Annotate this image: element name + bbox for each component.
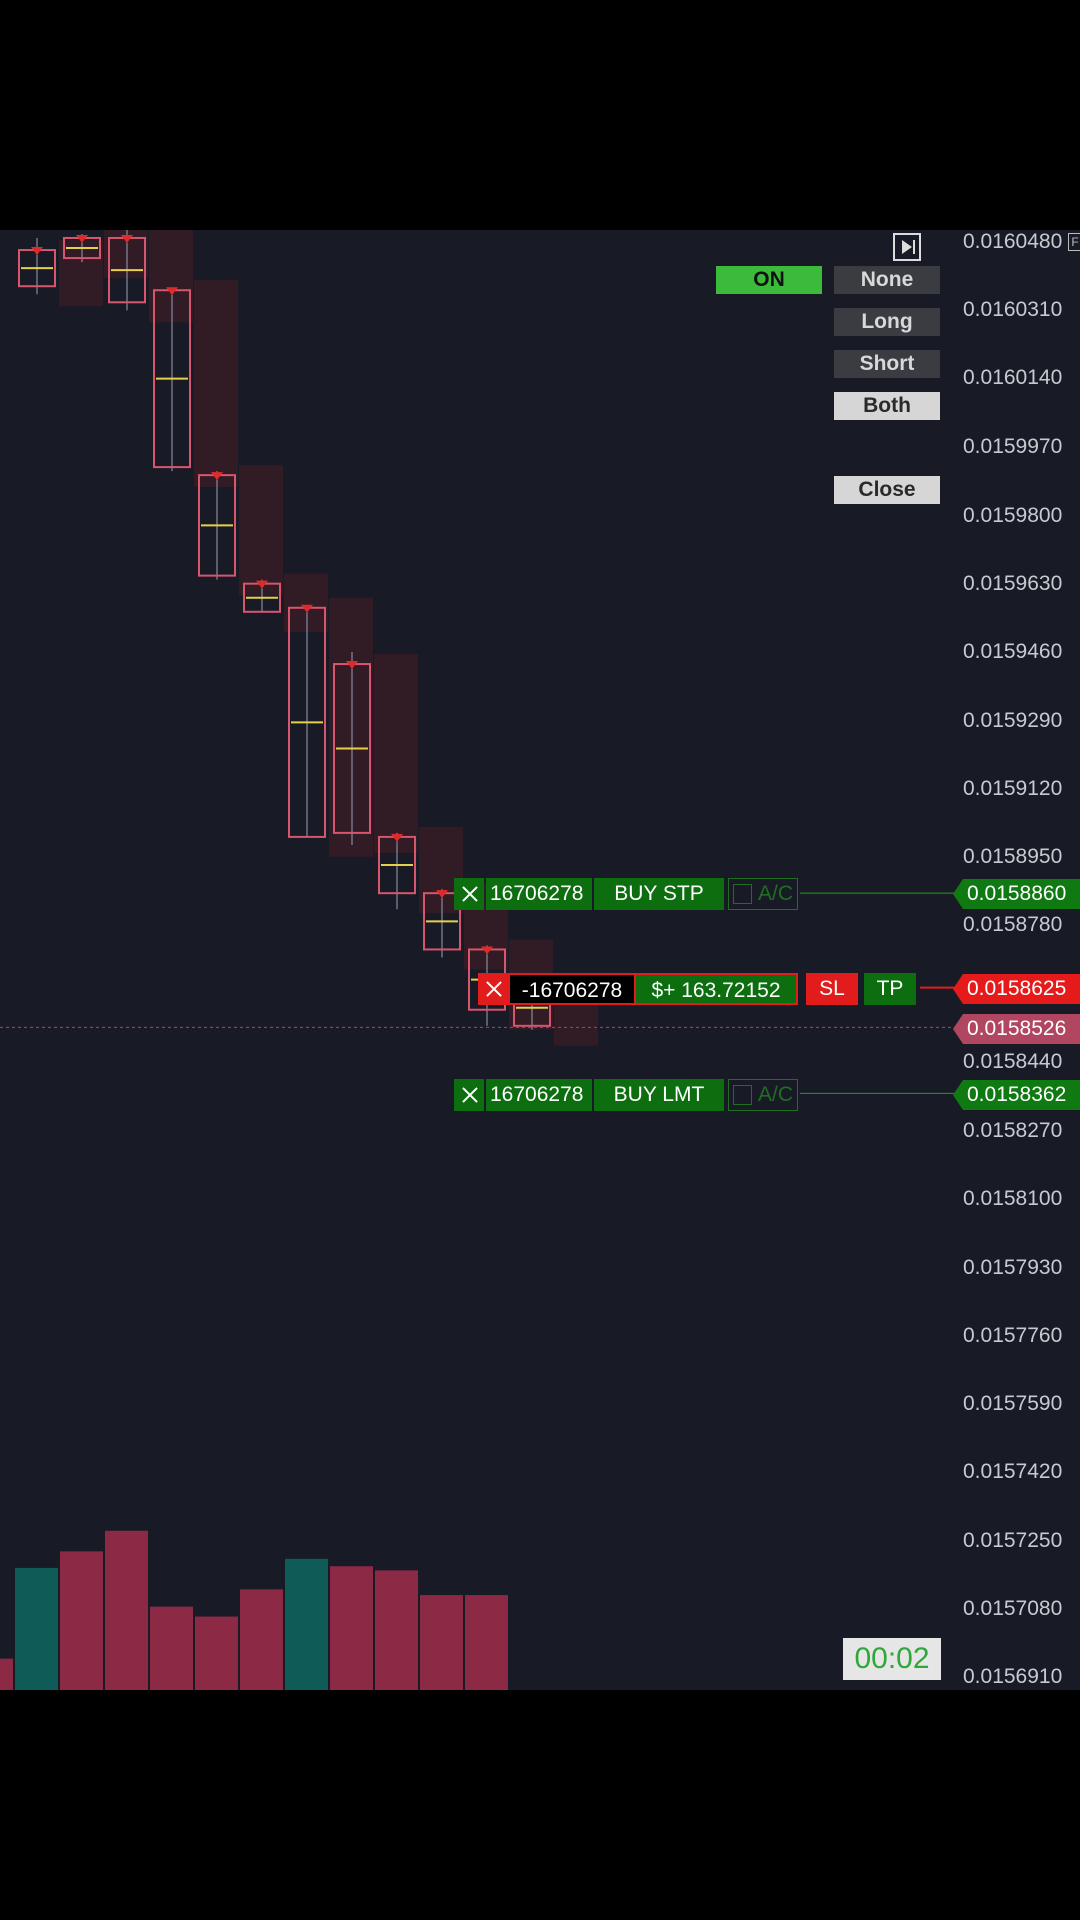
volume-bar (285, 1558, 328, 1690)
price-tick: 0.0160310 (963, 298, 1063, 321)
price-tick: 0.0159970 (963, 435, 1063, 458)
short-button[interactable]: Short (834, 350, 940, 378)
volume-bar (0, 1658, 13, 1690)
cancel-order-icon[interactable] (454, 878, 484, 910)
volume-bar (15, 1567, 58, 1690)
price-tick: 0.0159630 (963, 572, 1063, 595)
position-pnl: $+ 163.72152 (636, 973, 798, 1005)
volume-bar (420, 1595, 463, 1690)
volume-bar (375, 1570, 418, 1690)
candle-zone (374, 654, 418, 853)
bar-timer: 00:02 (843, 1638, 941, 1680)
price-tick: 0.0159460 (963, 640, 1063, 663)
sell-marker-icon (31, 247, 43, 256)
price-tick: 0.0159800 (963, 504, 1063, 527)
position-row[interactable]: -16706278 $+ 163.72152 SL TP (478, 973, 916, 1005)
volume-bar (150, 1606, 193, 1690)
price-tick: 0.0159290 (963, 709, 1063, 732)
price-tick: 0.0157930 (963, 1256, 1063, 1279)
buy-stop-order-row[interactable]: 16706278 BUY STP A/C (454, 878, 798, 910)
volume-bar (240, 1589, 283, 1690)
price-tick: 0.0158950 (963, 845, 1063, 868)
price-tick: 0.0157250 (963, 1529, 1063, 1552)
volume-bar (465, 1595, 508, 1690)
skip-to-end-icon[interactable] (893, 233, 921, 261)
price-chart[interactable] (0, 230, 1080, 1690)
volume-bar (60, 1551, 103, 1690)
candle-zone (329, 597, 373, 857)
candle-zone (194, 280, 238, 488)
price-tick: 0.0157590 (963, 1392, 1063, 1415)
volume-bar (105, 1530, 148, 1690)
price-tick: 0.0160480 (963, 230, 1063, 253)
auto-close-toggle[interactable]: A/C (728, 878, 798, 910)
none-button[interactable]: None (834, 266, 940, 294)
both-button[interactable]: Both (834, 392, 940, 420)
chart-frame[interactable]: F ON None Long Short Both Close 0.016048… (0, 230, 1080, 1690)
volume-bar (330, 1566, 373, 1690)
candle-zone (59, 240, 103, 307)
order-type-label[interactable]: BUY STP (594, 878, 724, 910)
take-profit-button[interactable]: TP (864, 973, 916, 1005)
close-position-icon[interactable] (478, 973, 508, 1005)
candle-zone (239, 465, 283, 596)
candle-zone (149, 230, 193, 323)
price-tick: 0.0158100 (963, 1187, 1063, 1210)
stop-loss-button[interactable]: SL (806, 973, 858, 1005)
price-tick: 0.0157080 (963, 1597, 1063, 1620)
candle-zone (284, 573, 328, 632)
close-button[interactable]: Close (834, 476, 940, 504)
volume-bar (195, 1616, 238, 1690)
price-tick: 0.0158440 (963, 1050, 1063, 1073)
price-tick: 0.0158780 (963, 913, 1063, 936)
order-quantity[interactable]: 16706278 (486, 878, 592, 910)
auto-close-label: A/C (757, 1083, 793, 1106)
auto-close-toggle[interactable]: A/C (728, 1079, 798, 1111)
on-toggle-button[interactable]: ON (716, 266, 822, 294)
checkbox-icon[interactable] (733, 1085, 752, 1105)
price-tick: 0.0159120 (963, 777, 1063, 800)
cancel-order-icon[interactable] (454, 1079, 484, 1111)
order-type-label[interactable]: BUY LMT (594, 1079, 724, 1111)
long-button[interactable]: Long (834, 308, 940, 336)
buy-stop-price-flag: 0.0158860 (953, 879, 1080, 909)
auto-close-label: A/C (757, 882, 793, 905)
checkbox-icon[interactable] (733, 884, 752, 904)
price-tick: 0.0158270 (963, 1119, 1063, 1142)
current-price-flag: 0.0158526 (953, 1014, 1080, 1044)
position-quantity[interactable]: -16706278 (508, 973, 636, 1005)
price-tick: 0.0156910 (963, 1665, 1063, 1688)
order-quantity[interactable]: 16706278 (486, 1079, 592, 1111)
price-tick: 0.0157760 (963, 1324, 1063, 1347)
price-tick: 0.0157420 (963, 1460, 1063, 1483)
position-price-flag: 0.0158625 (953, 974, 1080, 1004)
buy-limit-price-flag: 0.0158362 (953, 1080, 1080, 1110)
buy-limit-order-row[interactable]: 16706278 BUY LMT A/C (454, 1079, 798, 1111)
price-tick: 0.0160140 (963, 366, 1063, 389)
